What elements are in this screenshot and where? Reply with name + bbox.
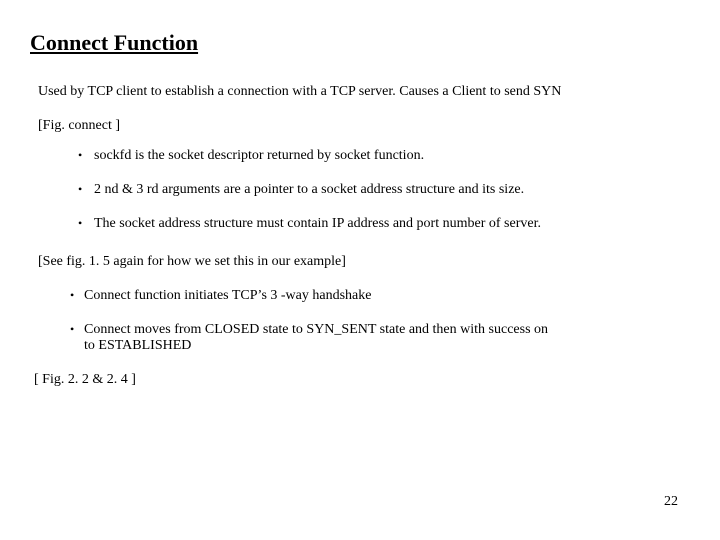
page-number: 22 [664,494,678,510]
page-title: Connect Function [30,30,690,56]
list-item: 2 nd & 3 rd arguments are a pointer to a… [78,182,690,198]
figure-note: [Fig. connect ] [38,118,690,134]
bullet-list-2: Connect function initiates TCP’s 3 -way … [70,288,690,354]
see-note: [See fig. 1. 5 again for how we set this… [38,254,690,270]
intro-text: Used by TCP client to establish a connec… [38,84,690,100]
list-item: sockfd is the socket descriptor returned… [78,148,690,164]
bullet-list-1: sockfd is the socket descriptor returned… [78,148,690,232]
figure-reference: [ Fig. 2. 2 & 2. 4 ] [34,372,690,388]
list-item: Connect function initiates TCP’s 3 -way … [70,288,550,304]
list-item: The socket address structure must contai… [78,216,690,232]
list-item: Connect moves from CLOSED state to SYN_S… [70,322,550,354]
